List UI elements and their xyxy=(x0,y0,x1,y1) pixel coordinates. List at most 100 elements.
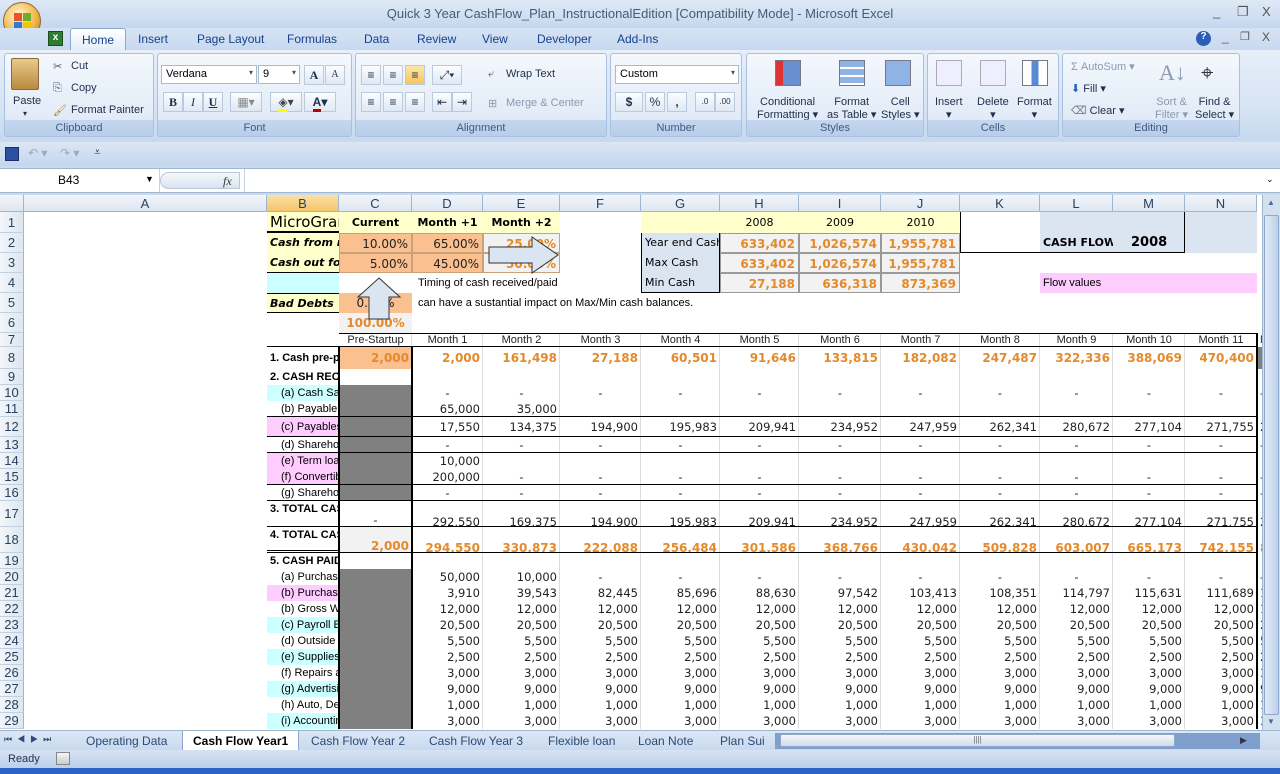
workbook-minimize-button[interactable]: _ xyxy=(1222,30,1229,44)
line-label[interactable]: (e) Supplies xyxy=(267,649,339,665)
line-value[interactable]: 3,000 xyxy=(1113,665,1185,681)
line-value[interactable]: 108,351 xyxy=(960,585,1040,601)
line-value[interactable]: 2,500 xyxy=(1040,649,1113,665)
borders-button[interactable]: ▦▾ xyxy=(230,92,262,112)
summary-value[interactable]: 633,402 xyxy=(720,233,799,253)
row-header-23[interactable]: 23 xyxy=(0,617,24,633)
line-label[interactable]: 5. CASH PAID OUT xyxy=(267,553,339,569)
line-value[interactable]: 1,000 xyxy=(881,697,960,713)
insert-cells-button[interactable]: Insert ▾ xyxy=(935,96,963,121)
line-value[interactable]: - xyxy=(641,569,720,585)
line-value[interactable]: - xyxy=(881,569,960,585)
line-value[interactable]: 39,543 xyxy=(483,585,560,601)
line-value[interactable]: 3,000 xyxy=(799,665,881,681)
sheet-tab[interactable]: Cash Flow Year 2 xyxy=(303,733,413,749)
comma-button[interactable]: , xyxy=(667,92,687,112)
line-value[interactable]: 20,500 xyxy=(720,617,799,633)
row-header-19[interactable]: 19 xyxy=(0,553,24,569)
line-value[interactable]: 5,500 xyxy=(1113,633,1185,649)
line-value[interactable]: 195,983 xyxy=(641,501,720,527)
line-value[interactable]: - xyxy=(1185,437,1257,453)
fill-button[interactable]: ⬇ Fill ▾ xyxy=(1071,82,1106,95)
line-value[interactable]: - xyxy=(641,385,720,401)
row-header-21[interactable]: 21 xyxy=(0,585,24,601)
column-header-J[interactable]: J xyxy=(881,195,960,212)
line-value[interactable]: 3,000 xyxy=(483,713,560,729)
line-value[interactable]: 3,000 xyxy=(641,665,720,681)
line-value[interactable]: - xyxy=(412,385,483,401)
column-header-C[interactable]: C xyxy=(339,195,412,212)
line-value[interactable]: 9,000 xyxy=(960,681,1040,697)
scroll-down-icon[interactable]: ▼ xyxy=(1267,717,1275,726)
macro-record-icon[interactable] xyxy=(56,752,70,765)
row-header-27[interactable]: 27 xyxy=(0,681,24,697)
line-value[interactable]: - xyxy=(1185,485,1257,501)
column-header-M[interactable]: M xyxy=(1113,195,1185,212)
line-value[interactable]: 294,550 xyxy=(412,527,483,553)
line-value[interactable]: 262,341 xyxy=(960,501,1040,527)
line-label[interactable]: (c) Payroll Expenses (Taxes, etc.) xyxy=(267,617,339,633)
line-value[interactable]: 65,000 xyxy=(412,401,483,417)
summary-year[interactable]: 2010 xyxy=(881,212,960,233)
line-value[interactable]: 12,000 xyxy=(960,601,1040,617)
cut-button[interactable]: Cut xyxy=(71,60,88,72)
line-value[interactable]: 200,000 xyxy=(412,469,483,485)
row-header-22[interactable]: 22 xyxy=(0,601,24,617)
tab-insert[interactable]: Insert xyxy=(132,32,174,46)
line-value[interactable]: 277,104 xyxy=(1113,417,1185,437)
paste-button[interactable]: Paste xyxy=(13,95,41,107)
line-value[interactable]: 9,000 xyxy=(799,681,881,697)
line-label[interactable]: (c) Payables from forecasts xyxy=(267,417,339,437)
period-header[interactable]: Month 6 xyxy=(799,333,881,347)
line-label[interactable]: 1. Cash pre-plan/Cash month starts xyxy=(267,347,339,369)
line-label[interactable]: (d) Shareholder Loan xyxy=(267,437,339,453)
line-value[interactable]: 3,000 xyxy=(560,713,641,729)
row-header-9[interactable]: 9 xyxy=(0,369,24,385)
direct-costs-pct[interactable]: 45.00% xyxy=(412,253,483,273)
period-header[interactable]: Month 9 xyxy=(1040,333,1113,347)
line-value[interactable]: 9,000 xyxy=(1185,681,1257,697)
cell-styles-button[interactable]: Cell Styles ▾ xyxy=(881,96,920,121)
line-value[interactable]: 12,000 xyxy=(1040,601,1113,617)
line-value[interactable]: 3,000 xyxy=(1185,665,1257,681)
line-value[interactable]: - xyxy=(1040,485,1113,501)
line-value[interactable]: 1,000 xyxy=(483,697,560,713)
sheet-nav-buttons[interactable]: ⏮◀▶⏭ xyxy=(4,734,56,745)
line-value[interactable]: 2,500 xyxy=(1113,649,1185,665)
line-value[interactable]: 3,910 xyxy=(412,585,483,601)
line-value[interactable]: 194,900 xyxy=(560,501,641,527)
underline-button[interactable]: U xyxy=(203,92,223,112)
line-value[interactable]: - xyxy=(960,469,1040,485)
line-value[interactable]: 3,000 xyxy=(960,713,1040,729)
period-header[interactable]: Month 11 xyxy=(1185,333,1257,347)
row-header-14[interactable]: 14 xyxy=(0,453,24,469)
column-header-I[interactable]: I xyxy=(799,195,881,212)
summary-value[interactable]: 633,402 xyxy=(720,253,799,273)
row-header-5[interactable]: 5 xyxy=(0,293,24,313)
increase-indent-button[interactable]: ⇥ xyxy=(452,92,472,112)
formula-input[interactable] xyxy=(244,169,1264,192)
line-value[interactable]: 368,766 xyxy=(799,527,881,553)
line-value[interactable]: 195,983 xyxy=(641,417,720,437)
line-value[interactable]: - xyxy=(881,385,960,401)
delete-cells-button[interactable]: Delete ▾ xyxy=(977,96,1009,121)
find-select-button[interactable]: Find & Select ▾ xyxy=(1195,96,1234,121)
line-value[interactable]: 12,000 xyxy=(412,601,483,617)
line-value[interactable]: 277,104 xyxy=(1113,501,1185,527)
redo-icon[interactable]: ↷ ▾ xyxy=(60,146,79,160)
row-header-29[interactable]: 29 xyxy=(0,713,24,729)
line-value[interactable]: 271,755 xyxy=(1185,501,1257,527)
format-cells-button[interactable]: Format ▾ xyxy=(1017,96,1052,121)
line-value[interactable]: 20,500 xyxy=(1185,617,1257,633)
line-value[interactable]: 2,500 xyxy=(799,649,881,665)
sheet-tab[interactable]: Plan Sui xyxy=(712,733,773,749)
line-value[interactable]: 2,500 xyxy=(1185,649,1257,665)
line-value[interactable]: 9,000 xyxy=(483,681,560,697)
tab-data[interactable]: Data xyxy=(358,32,395,46)
line-value[interactable]: 603,007 xyxy=(1040,527,1113,553)
font-name-select[interactable]: Verdana ▾ xyxy=(161,65,257,84)
line-value[interactable]: 5,500 xyxy=(1040,633,1113,649)
direct-costs-label[interactable]: Cash out for direct costs (% Current COS… xyxy=(267,253,339,273)
period-header[interactable]: Month 5 xyxy=(720,333,799,347)
bold-button[interactable]: B xyxy=(163,92,183,112)
